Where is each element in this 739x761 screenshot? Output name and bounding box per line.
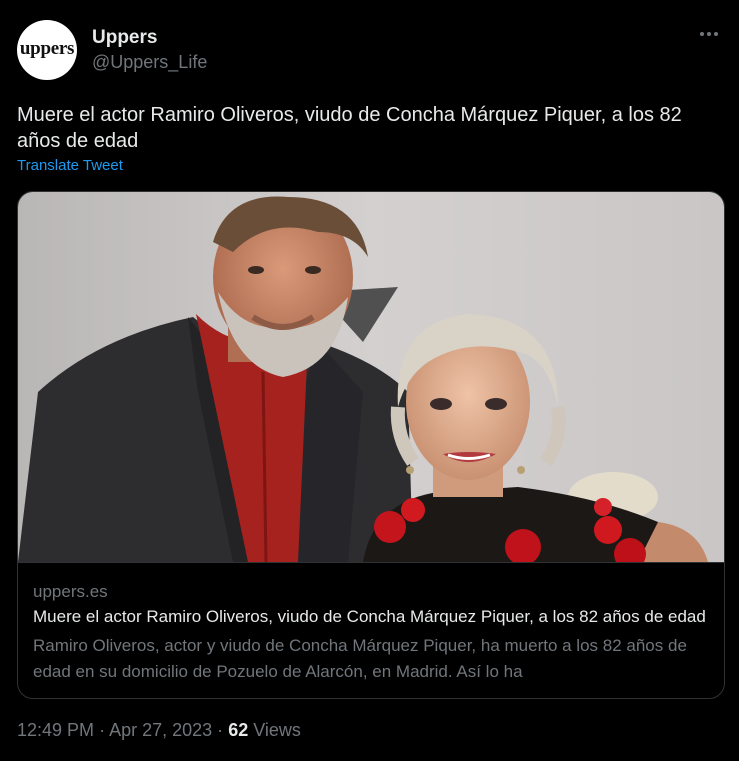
- tweet-time[interactable]: 12:49 PM: [17, 720, 94, 740]
- author-handle[interactable]: @Uppers_Life: [92, 52, 207, 73]
- meta-separator: ·: [217, 720, 224, 740]
- meta-separator: ·: [99, 720, 106, 740]
- card-description: Ramiro Oliveros, actor y viudo de Concha…: [33, 636, 687, 681]
- card-image: [18, 192, 724, 563]
- author-name[interactable]: Uppers: [92, 27, 157, 49]
- tweet-date[interactable]: Apr 27, 2023: [109, 720, 212, 740]
- more-options-icon[interactable]: [697, 22, 721, 46]
- tweet-text: Muere el actor Ramiro Oliveros, viudo de…: [17, 104, 682, 152]
- link-card[interactable]: uppers.es Muere el actor Ramiro Oliveros…: [17, 191, 725, 699]
- avatar[interactable]: uppers: [17, 20, 77, 80]
- views-count: 62: [228, 720, 249, 740]
- avatar-logo-text: uppers: [19, 38, 75, 59]
- tweet-meta: 12:49 PM · Apr 27, 2023 · 62 Views: [17, 720, 301, 741]
- translate-tweet-link[interactable]: Translate Tweet: [17, 157, 123, 174]
- views-label: Views: [253, 720, 301, 740]
- card-domain: uppers.es: [33, 582, 108, 601]
- card-title: Muere el actor Ramiro Oliveros, viudo de…: [33, 607, 706, 626]
